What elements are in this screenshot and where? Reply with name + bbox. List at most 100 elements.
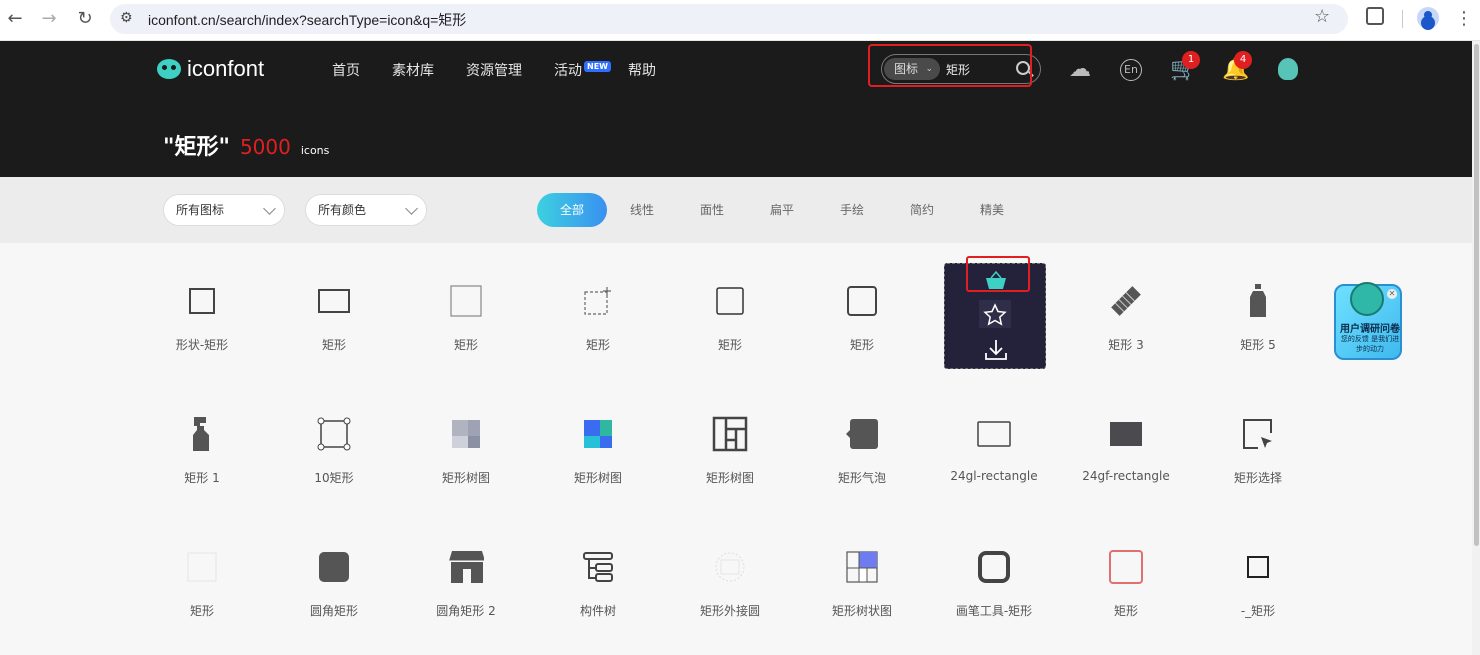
tab-handdrawn[interactable]: 手绘 bbox=[817, 193, 887, 227]
icon-name: 构件树 bbox=[579, 604, 616, 618]
new-badge: NEW bbox=[584, 61, 611, 72]
nav-resources[interactable]: 资源管理 bbox=[466, 60, 522, 80]
icon-card[interactable]: 矩形树图 bbox=[664, 376, 796, 509]
icon-name: 矩形 bbox=[1113, 604, 1138, 618]
icon-card[interactable]: 矩形树状图 bbox=[796, 509, 928, 642]
bookmark-star-icon[interactable]: ☆ bbox=[1314, 6, 1330, 27]
icon-card[interactable]: 矩形树图 bbox=[400, 376, 532, 509]
result-count: 5000 bbox=[239, 135, 291, 159]
logo-text: iconfont bbox=[187, 56, 265, 81]
tab-all[interactable]: 全部 bbox=[537, 193, 607, 227]
icon-name: 矩形 bbox=[189, 604, 214, 618]
icon-card[interactable]: 矩形 bbox=[136, 509, 268, 642]
result-unit: icons bbox=[300, 144, 330, 157]
icon-card[interactable]: 矩形 bbox=[400, 243, 532, 376]
red-rounded-square-icon bbox=[1108, 549, 1144, 585]
icon-card[interactable]: 形状-矩形 bbox=[136, 243, 268, 376]
icon-card[interactable]: 矩形 1 bbox=[136, 376, 268, 509]
tab-fine[interactable]: 精美 bbox=[957, 193, 1027, 227]
favorite-button[interactable] bbox=[979, 300, 1011, 328]
survey-widget[interactable]: ✕ 用户调研问卷 您的反馈 是我们进步的动力 bbox=[1334, 282, 1402, 360]
icon-card[interactable]: 24gl-rectangle bbox=[928, 376, 1060, 509]
scrollbar-thumb[interactable] bbox=[1474, 44, 1479, 546]
icon-card[interactable]: 画笔工具-矩形 bbox=[928, 509, 1060, 642]
logo-icon bbox=[155, 57, 183, 81]
tab-flat[interactable]: 扁平 bbox=[747, 193, 817, 227]
back-icon[interactable]: ← bbox=[4, 8, 26, 30]
icon-card[interactable]: 矩形 3 bbox=[1060, 243, 1192, 376]
nav-activity[interactable]: 活动 NEW bbox=[554, 60, 611, 80]
profile-avatar-icon[interactable] bbox=[1417, 7, 1439, 29]
address-bar[interactable]: ⚙ iconfont.cn/search/index?searchType=ic… bbox=[110, 4, 1348, 34]
icon-type-select-label: 所有图标 bbox=[176, 203, 225, 217]
treemap-gray-icon bbox=[448, 416, 484, 452]
nav-library[interactable]: 素材库 bbox=[392, 60, 434, 80]
icon-card[interactable]: 10矩形 bbox=[268, 376, 400, 509]
icon-name: 矩形 bbox=[717, 338, 742, 352]
chevron-down-icon bbox=[405, 202, 418, 215]
tab-simple[interactable]: 简约 bbox=[887, 193, 957, 227]
icon-card[interactable]: 矩形树图 bbox=[532, 376, 664, 509]
icon-card[interactable]: 矩形选择 bbox=[1192, 376, 1324, 509]
extensions-icon[interactable] bbox=[1366, 7, 1384, 25]
color-select[interactable]: 所有颜色 bbox=[305, 194, 427, 226]
treemap-outline-icon bbox=[712, 416, 748, 452]
site-info-icon[interactable]: ⚙ bbox=[120, 10, 133, 26]
icon-name: 矩形 bbox=[585, 338, 610, 352]
close-icon[interactable]: ✕ bbox=[1387, 289, 1397, 299]
download-icon[interactable] bbox=[983, 338, 1009, 362]
mascot-icon bbox=[1350, 282, 1384, 316]
square-thin-icon bbox=[712, 283, 748, 319]
nav-activity-label: 活动 bbox=[554, 63, 582, 79]
treemap-blue-icon bbox=[844, 549, 880, 585]
reload-icon[interactable]: ↻ bbox=[74, 8, 96, 30]
icon-name: 矩形树图 bbox=[441, 471, 490, 485]
icon-card[interactable]: 矩形 bbox=[1060, 509, 1192, 642]
faint-square-icon bbox=[184, 549, 220, 585]
site-logo[interactable]: iconfont bbox=[155, 56, 265, 81]
tab-linear[interactable]: 线性 bbox=[607, 193, 677, 227]
result-title: "矩形" 5000 icons bbox=[163, 129, 329, 161]
browser-toolbar: ← → ↻ ⚙ iconfont.cn/search/index?searchT… bbox=[0, 0, 1480, 41]
icon-card[interactable]: 矩形 bbox=[532, 243, 664, 376]
icon-type-select[interactable]: 所有图标 bbox=[163, 194, 285, 226]
nav-home[interactable]: 首页 bbox=[332, 60, 360, 80]
nav-help[interactable]: 帮助 bbox=[628, 60, 656, 80]
user-avatar[interactable] bbox=[1278, 58, 1298, 80]
dashed-square-plus-icon bbox=[580, 283, 616, 319]
icon-name: 矩形外接圆 bbox=[699, 604, 760, 618]
browser-menu-icon[interactable]: ⋮ bbox=[1455, 8, 1473, 29]
icon-name: 24gl-rectangle bbox=[950, 469, 1038, 483]
icon-name: 10矩形 bbox=[314, 471, 354, 485]
upload-cloud-icon[interactable]: ☁ bbox=[1067, 58, 1093, 82]
icon-name: 矩形选择 bbox=[1233, 471, 1282, 485]
query-text: "矩形" bbox=[163, 135, 230, 160]
small-square-icon bbox=[1240, 549, 1276, 585]
language-en-icon[interactable]: En bbox=[1120, 59, 1142, 81]
cart-count-badge: 1 bbox=[1182, 51, 1200, 69]
icon-card[interactable]: 圆角矩形 2 bbox=[400, 509, 532, 642]
icon-card[interactable]: 构件树 bbox=[532, 509, 664, 642]
icon-card[interactable]: 24gf-rectangle bbox=[1060, 376, 1192, 509]
main-nav: 首页 素材库 资源管理 活动 NEW 帮助 bbox=[332, 60, 688, 80]
icon-card[interactable]: 矩形气泡 bbox=[796, 376, 928, 509]
site-header: iconfont 首页 素材库 资源管理 活动 NEW 帮助 图标 ⌄ ☁ En… bbox=[0, 41, 1472, 177]
toolbar-divider bbox=[1402, 10, 1403, 28]
icon-card[interactable]: 矩形 bbox=[796, 243, 928, 376]
icon-name: 矩形气泡 bbox=[837, 471, 886, 485]
icon-name: 矩形 bbox=[321, 338, 346, 352]
icon-card[interactable]: 矩形 bbox=[268, 243, 400, 376]
tab-filled[interactable]: 面性 bbox=[677, 193, 747, 227]
filter-bar: 所有图标 所有颜色 全部 线性 面性 扁平 手绘 简约 精美 bbox=[0, 177, 1472, 243]
icon-card[interactable]: 矩形外接圆 bbox=[664, 509, 796, 642]
url-text[interactable]: iconfont.cn/search/index?searchType=icon… bbox=[148, 10, 466, 30]
icon-name: 矩形 bbox=[453, 338, 478, 352]
thick-rounded-square-icon bbox=[976, 549, 1012, 585]
icon-card[interactable]: 矩形 bbox=[664, 243, 796, 376]
icon-name: 矩形 bbox=[849, 338, 874, 352]
forward-icon[interactable]: → bbox=[38, 8, 60, 30]
icon-card[interactable]: 矩形 5 bbox=[1192, 243, 1324, 376]
icon-card[interactable]: -_矩形 bbox=[1192, 509, 1324, 642]
style-tabs: 全部 线性 面性 扁平 手绘 简约 精美 bbox=[537, 193, 1027, 227]
icon-card[interactable]: 圆角矩形 bbox=[268, 509, 400, 642]
